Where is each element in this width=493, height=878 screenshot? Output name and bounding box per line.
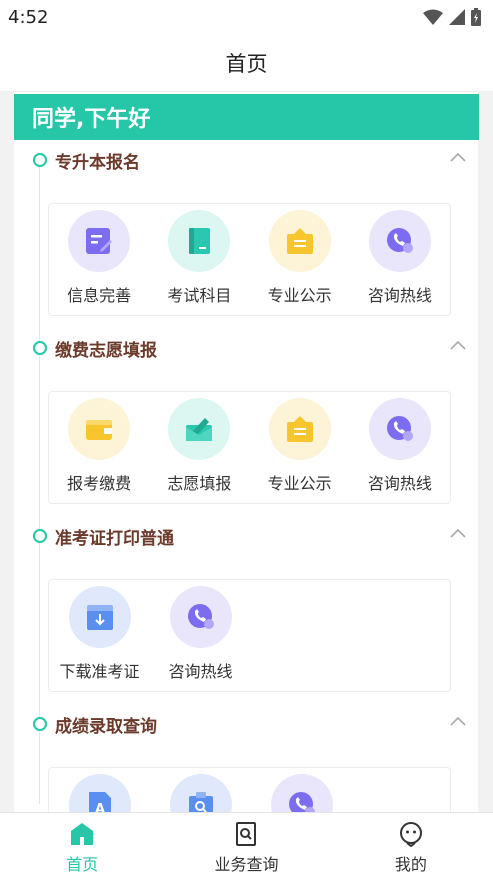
battery-icon <box>471 8 481 26</box>
signal-icon <box>449 9 465 25</box>
status-time: 4:52 <box>8 6 49 28</box>
search-folder-icon <box>169 774 232 812</box>
section-grid-payment: 报考缴费 志愿填报 专业公示 咨询热线 <box>48 391 451 504</box>
book-icon <box>168 210 231 272</box>
app-header: 首页 <box>0 34 493 92</box>
grid-item-label: 考试科目 <box>167 286 232 305</box>
status-icons <box>423 8 481 26</box>
grid-item-exam-subjects[interactable]: 考试科目 <box>149 210 249 315</box>
status-bar: 4:52 <box>0 0 493 34</box>
grid-item-label: 咨询热线 <box>168 662 233 681</box>
phone-icon <box>169 586 232 648</box>
grid-item-info-complete[interactable]: 信息完善 <box>49 210 149 315</box>
grid-item-major-notice[interactable]: 专业公示 <box>250 210 350 315</box>
section-signup: 专升本报名 <box>14 144 479 180</box>
profile-face-icon <box>399 822 422 847</box>
section-title: 成绩录取查询 <box>55 717 157 737</box>
section-score-query: 成绩录取查询 <box>14 708 479 744</box>
notice-box-icon <box>268 398 331 460</box>
timeline-dot <box>33 529 47 543</box>
main-content[interactable]: 同学,下午好 专升本报名 信息完善 考试科目 专业公示 咨询热线 缴费志愿填报 … <box>0 92 493 812</box>
edit-document-icon <box>68 210 131 272</box>
section-grid-score-query: A <box>48 767 451 812</box>
score-document-icon: A <box>68 774 131 812</box>
grid-item-label: 专业公示 <box>267 474 332 493</box>
section-header[interactable]: 专升本报名 <box>14 144 479 180</box>
grid-item-hotline[interactable]: 咨询热线 <box>350 398 450 503</box>
section-header[interactable]: 准考证打印普通 <box>14 520 479 556</box>
grid-item-label: 下载准考证 <box>59 662 140 681</box>
grid-item-major-notice[interactable]: 专业公示 <box>250 398 350 503</box>
section-title: 准考证打印普通 <box>55 529 174 549</box>
download-box-icon <box>68 586 131 648</box>
chevron-up-icon[interactable] <box>449 150 467 164</box>
section-admission-ticket: 准考证打印普通 <box>14 520 479 556</box>
grid-item-pay-fee[interactable]: 报考缴费 <box>49 398 149 503</box>
nav-label: 我的 <box>394 855 427 874</box>
wifi-icon <box>423 9 443 25</box>
section-title: 专升本报名 <box>55 153 140 173</box>
timeline-dot <box>33 341 47 355</box>
grid-item-hotline[interactable]: 咨询热线 <box>350 210 450 315</box>
grid-item-label: 信息完善 <box>67 286 132 305</box>
section-header[interactable]: 缴费志愿填报 <box>14 332 479 368</box>
svg-text:A: A <box>95 802 105 812</box>
grid-item-label: 志愿填报 <box>167 474 232 493</box>
timeline-dot <box>33 717 47 731</box>
section-grid-signup: 信息完善 考试科目 专业公示 咨询热线 <box>48 203 451 316</box>
grid-item-hotline[interactable]: 咨询热线 <box>150 586 251 691</box>
grid-item-label: 咨询热线 <box>367 474 432 493</box>
grid-item-admission-search[interactable] <box>150 774 251 812</box>
page-title: 首页 <box>225 51 268 76</box>
greeting-banner: 同学,下午好 <box>14 94 479 140</box>
nav-item-mine[interactable]: 我的 <box>329 813 493 878</box>
chevron-up-icon[interactable] <box>449 714 467 728</box>
phone-icon <box>368 210 431 272</box>
notice-box-icon <box>268 210 331 272</box>
nav-item-business-query[interactable]: 业务查询 <box>164 813 328 878</box>
chevron-up-icon[interactable] <box>449 526 467 540</box>
section-title: 缴费志愿填报 <box>55 341 157 361</box>
section-grid-admission-ticket: 下载准考证 咨询热线 <box>48 579 451 692</box>
nav-item-home[interactable]: 首页 <box>0 813 164 878</box>
phone-icon <box>368 398 431 460</box>
wallet-icon <box>68 398 131 460</box>
timeline-dot <box>33 153 47 167</box>
grid-item-score[interactable]: A <box>49 774 150 812</box>
home-icon <box>71 823 94 845</box>
grid-item-hotline[interactable] <box>251 774 352 812</box>
grid-item-volunteer-fill[interactable]: 志愿填报 <box>149 398 249 503</box>
grid-item-label: 咨询热线 <box>367 286 432 305</box>
grid-item-download-ticket[interactable]: 下载准考证 <box>49 586 150 691</box>
grid-item-label: 专业公示 <box>267 286 332 305</box>
nav-label: 业务查询 <box>214 855 279 874</box>
chevron-up-icon[interactable] <box>449 338 467 352</box>
envelope-edit-icon <box>168 398 231 460</box>
search-document-icon <box>236 822 257 846</box>
grid-item-label: 报考缴费 <box>67 474 132 493</box>
greeting-text: 同学,下午好 <box>32 107 151 132</box>
nav-label: 首页 <box>66 855 99 874</box>
section-payment: 缴费志愿填报 <box>14 332 479 368</box>
section-header[interactable]: 成绩录取查询 <box>14 708 479 744</box>
bottom-nav: 首页 业务查询 我的 <box>0 812 493 878</box>
phone-icon <box>270 774 333 812</box>
